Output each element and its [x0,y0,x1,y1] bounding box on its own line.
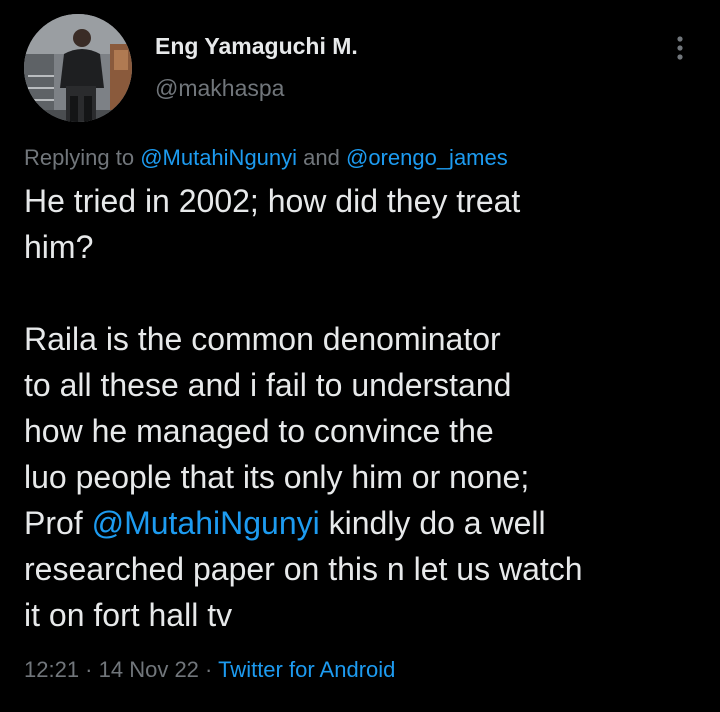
more-vertical-icon [677,36,683,60]
tweet-text-line: Prof @MutahiNgunyi kindly do a well [24,500,704,546]
tweet-text-fragment: Prof [24,505,92,541]
avatar-photo [24,14,132,122]
meta-separator: · [198,657,219,682]
meta-separator: · [79,657,99,682]
tweet-source-link[interactable]: Twitter for Android [218,657,395,682]
tweet-text-fragment: kindly do a well [319,505,546,541]
author-handle[interactable]: @makhaspa [155,75,284,102]
mention-link[interactable]: @MutahiNgunyi [140,145,297,170]
paragraph-break [24,270,704,316]
mention-link[interactable]: @orengo_james [346,145,508,170]
replying-to-prefix: Replying to [24,145,141,170]
avatar[interactable] [24,14,132,122]
replying-to-joiner: and [297,145,346,170]
tweet-body: He tried in 2002; how did they treat him… [24,178,704,638]
tweet-text-line: him? [24,229,94,265]
tweet-text-line: He tried in 2002; how did they treat [24,183,521,219]
tweet-text-line: it on fort hall tv [24,597,233,633]
tweet-meta: 12:21 · 14 Nov 22 · Twitter for Android [24,657,395,683]
tweet-text-line: to all these and i fail to understand [24,367,512,403]
tweet-text-line: how he managed to convince the [24,413,494,449]
author-display-name[interactable]: Eng Yamaguchi M. [155,33,358,60]
mention-link[interactable]: @MutahiNgunyi [92,505,320,541]
tweet-text-line: Raila is the common denominator [24,321,501,357]
replying-to-line: Replying to @MutahiNgunyi and @orengo_ja… [24,145,508,171]
tweet-text-line: luo people that its only him or none; [24,459,530,495]
tweet-time[interactable]: 12:21 [24,657,79,682]
more-options-button[interactable] [664,28,696,68]
tweet-date[interactable]: 14 Nov 22 [99,657,199,682]
tweet-text-line: researched paper on this n let us watch [24,551,583,587]
